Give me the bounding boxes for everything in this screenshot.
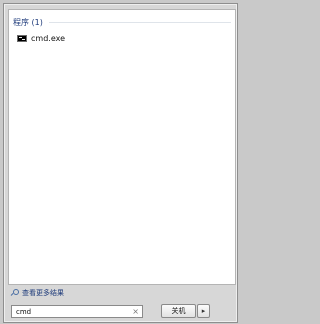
section-divider	[48, 22, 231, 23]
chevron-right-icon: ▸	[201, 307, 206, 315]
programs-section-title[interactable]: 程序 (1)	[13, 17, 43, 28]
shutdown-button[interactable]: 关机	[161, 304, 196, 318]
shutdown-button-label: 关机	[171, 307, 186, 315]
start-menu: 程序 (1) cmd.exe 查看更多结果 cmd × 关机 ▸	[3, 3, 238, 323]
shutdown-options-button[interactable]: ▸	[197, 304, 210, 318]
search-input-value: cmd	[16, 308, 32, 316]
result-item-label: cmd.exe	[31, 33, 66, 43]
result-item-cmd[interactable]: cmd.exe	[17, 32, 65, 44]
search-input[interactable]: cmd ×	[11, 305, 143, 318]
search-icon	[10, 289, 19, 297]
cmd-icon	[17, 34, 27, 42]
see-more-results-label: 查看更多结果	[22, 289, 64, 297]
see-more-results-link[interactable]: 查看更多结果	[10, 288, 64, 298]
programs-section-header: 程序 (1)	[13, 16, 231, 28]
close-icon[interactable]: ×	[132, 307, 139, 317]
search-results-panel: 程序 (1) cmd.exe	[8, 9, 236, 285]
